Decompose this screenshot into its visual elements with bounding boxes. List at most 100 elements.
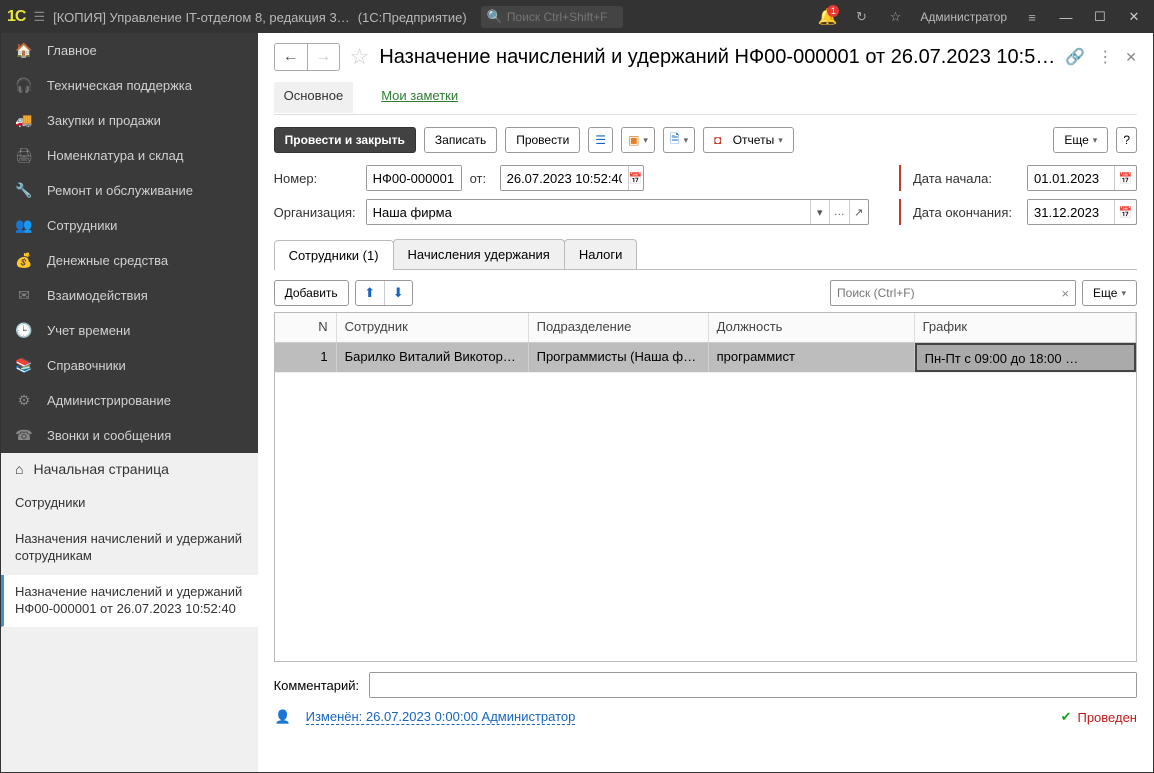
comment-field[interactable]: [369, 672, 1137, 698]
number-field[interactable]: [366, 165, 462, 191]
panel-icon[interactable]: ≡: [1019, 4, 1045, 30]
minimize-button[interactable]: —: [1053, 10, 1079, 25]
crumb-employees[interactable]: Сотрудники: [1, 486, 258, 522]
close-button[interactable]: ✕: [1121, 9, 1147, 25]
crumb-assignments[interactable]: Назначения начислений и удержаний сотруд…: [1, 522, 258, 575]
search-icon: 🔍: [487, 9, 503, 25]
move-down-button[interactable]: ⬇: [384, 281, 412, 305]
nav-label: Главное: [47, 43, 97, 58]
number-input[interactable]: [367, 166, 461, 190]
move-up-button[interactable]: ⬆: [356, 281, 384, 305]
grid-more-button[interactable]: Еще▾: [1082, 280, 1137, 306]
tab-taxes[interactable]: Налоги: [564, 239, 638, 269]
maximize-button[interactable]: ☐: [1087, 9, 1113, 25]
save-button[interactable]: Записать: [424, 127, 497, 153]
changed-link[interactable]: Изменён: 26.07.2023 0:00:00 Администрато…: [306, 709, 576, 725]
move-buttons: ⬆ ⬇: [355, 280, 413, 306]
history-icon[interactable]: ↻: [848, 4, 874, 30]
org-input[interactable]: [367, 200, 810, 224]
calendar-icon[interactable]: 📅: [1114, 166, 1136, 190]
money-icon: 💰: [15, 252, 33, 269]
col-position[interactable]: Должность: [709, 313, 915, 342]
data-tabs: Сотрудники (1) Начисления удержания Нало…: [274, 239, 1137, 270]
tab-notes[interactable]: Мои заметки: [371, 82, 468, 113]
nav-repair[interactable]: 🔧Ремонт и обслуживание: [1, 173, 258, 208]
startdate-input[interactable]: [1028, 166, 1114, 190]
movements-button[interactable]: ☰: [588, 127, 613, 153]
link-icon[interactable]: 🔗: [1065, 47, 1085, 67]
nav-procurement[interactable]: 🚚 Закупки и продажи: [1, 103, 258, 138]
comment-label: Комментарий:: [274, 678, 360, 693]
add-button[interactable]: Добавить: [274, 280, 349, 306]
date-input[interactable]: [501, 166, 628, 190]
cell-employee: Барилко Виталий Викоторо…: [337, 343, 529, 372]
nav-main[interactable]: 🏠Главное: [1, 33, 258, 68]
tab-employees[interactable]: Сотрудники (1): [274, 240, 394, 270]
enddate-label: Дата окончания:: [913, 205, 1019, 220]
clear-search-icon[interactable]: ×: [1061, 286, 1069, 301]
col-n[interactable]: N: [275, 313, 337, 342]
org-field[interactable]: ▾ … ↗: [366, 199, 869, 225]
nav-employees[interactable]: 👥Сотрудники: [1, 208, 258, 243]
gear-icon: ⚙: [15, 392, 33, 409]
hamburger-icon[interactable]: ☰: [33, 9, 45, 25]
nav-interactions[interactable]: ✉Взаимодействия: [1, 278, 258, 313]
global-search[interactable]: 🔍: [481, 6, 623, 28]
truck-icon: 🚚: [15, 112, 33, 129]
label: Начальная страница: [33, 461, 168, 477]
help-button[interactable]: ?: [1116, 127, 1137, 153]
back-button[interactable]: ←: [275, 44, 307, 70]
close-form-button[interactable]: ✕: [1125, 49, 1137, 66]
print-button[interactable]: 🗎▾: [663, 127, 695, 153]
col-department[interactable]: Подразделение: [529, 313, 709, 342]
enddate-input[interactable]: [1028, 200, 1114, 224]
grid-search-input[interactable]: [837, 286, 1061, 300]
table-row[interactable]: 1 Барилко Виталий Викоторо… Программисты…: [275, 343, 1136, 373]
phone-icon: ☎: [15, 427, 33, 444]
cell-schedule[interactable]: Пн-Пт с 09:00 до 18:00 …: [915, 343, 1136, 372]
status-text: Проведен: [1077, 710, 1137, 725]
dropdown-icon[interactable]: ▾: [810, 200, 829, 224]
window-title-1: [КОПИЯ] Управление IT-отделом 8, редакци…: [53, 10, 350, 25]
favorite-star-icon[interactable]: ☆: [350, 44, 370, 70]
calendar-icon[interactable]: 📅: [628, 166, 643, 190]
date-field[interactable]: 📅: [500, 165, 644, 191]
star-icon[interactable]: ☆: [882, 4, 908, 30]
cell-n: 1: [275, 343, 337, 372]
nav-nomenclature[interactable]: 🖨Номенклатура и склад: [1, 138, 258, 173]
open-icon[interactable]: ↗: [849, 200, 868, 224]
current-user[interactable]: Администратор: [920, 10, 1007, 24]
nav-label: Закупки и продажи: [47, 113, 161, 128]
global-search-input[interactable]: [507, 10, 617, 24]
startdate-field[interactable]: 📅: [1027, 165, 1137, 191]
enddate-field[interactable]: 📅: [1027, 199, 1137, 225]
post-button[interactable]: Провести: [505, 127, 580, 153]
start-page-link[interactable]: ⌂Начальная страница: [1, 453, 258, 486]
forward-button[interactable]: →: [307, 44, 339, 70]
grid-toolbar: Добавить ⬆ ⬇ × Еще▾: [274, 280, 1137, 306]
nav-label: Звонки и сообщения: [47, 428, 171, 443]
post-and-close-button[interactable]: Провести и закрыть: [274, 127, 416, 153]
grid-search[interactable]: ×: [830, 280, 1076, 306]
basedon-button[interactable]: ▣▾: [621, 127, 655, 153]
more-button[interactable]: Еще▾: [1053, 127, 1108, 153]
bell-icon[interactable]: 🔔1: [814, 4, 840, 30]
reports-button[interactable]: ◘ Отчеты▾: [703, 127, 794, 153]
nav-calls[interactable]: ☎ Звонки и сообщения: [1, 418, 258, 453]
tab-accruals[interactable]: Начисления удержания: [393, 239, 565, 269]
nav-support[interactable]: 🎧Техническая поддержка: [1, 68, 258, 103]
col-schedule[interactable]: График: [915, 313, 1136, 342]
calendar-icon[interactable]: 📅: [1114, 200, 1136, 224]
kebab-icon[interactable]: ⋮: [1097, 47, 1113, 67]
col-employee[interactable]: Сотрудник: [337, 313, 529, 342]
nav-directories[interactable]: 📚Справочники: [1, 348, 258, 383]
tab-main[interactable]: Основное: [274, 82, 354, 113]
ellipsis-icon[interactable]: …: [829, 200, 848, 224]
nav-time[interactable]: 🕒Учет времени: [1, 313, 258, 348]
crumb-current-doc[interactable]: Назначение начислений и удержаний НФ00-0…: [1, 575, 258, 628]
cell-department: Программисты (Наша фи…: [529, 343, 709, 372]
comment-input[interactable]: [370, 673, 1136, 697]
nav-money[interactable]: 💰Денежные средства: [1, 243, 258, 278]
nav-admin[interactable]: ⚙Администрирование: [1, 383, 258, 418]
nav-label: Учет времени: [47, 323, 130, 338]
